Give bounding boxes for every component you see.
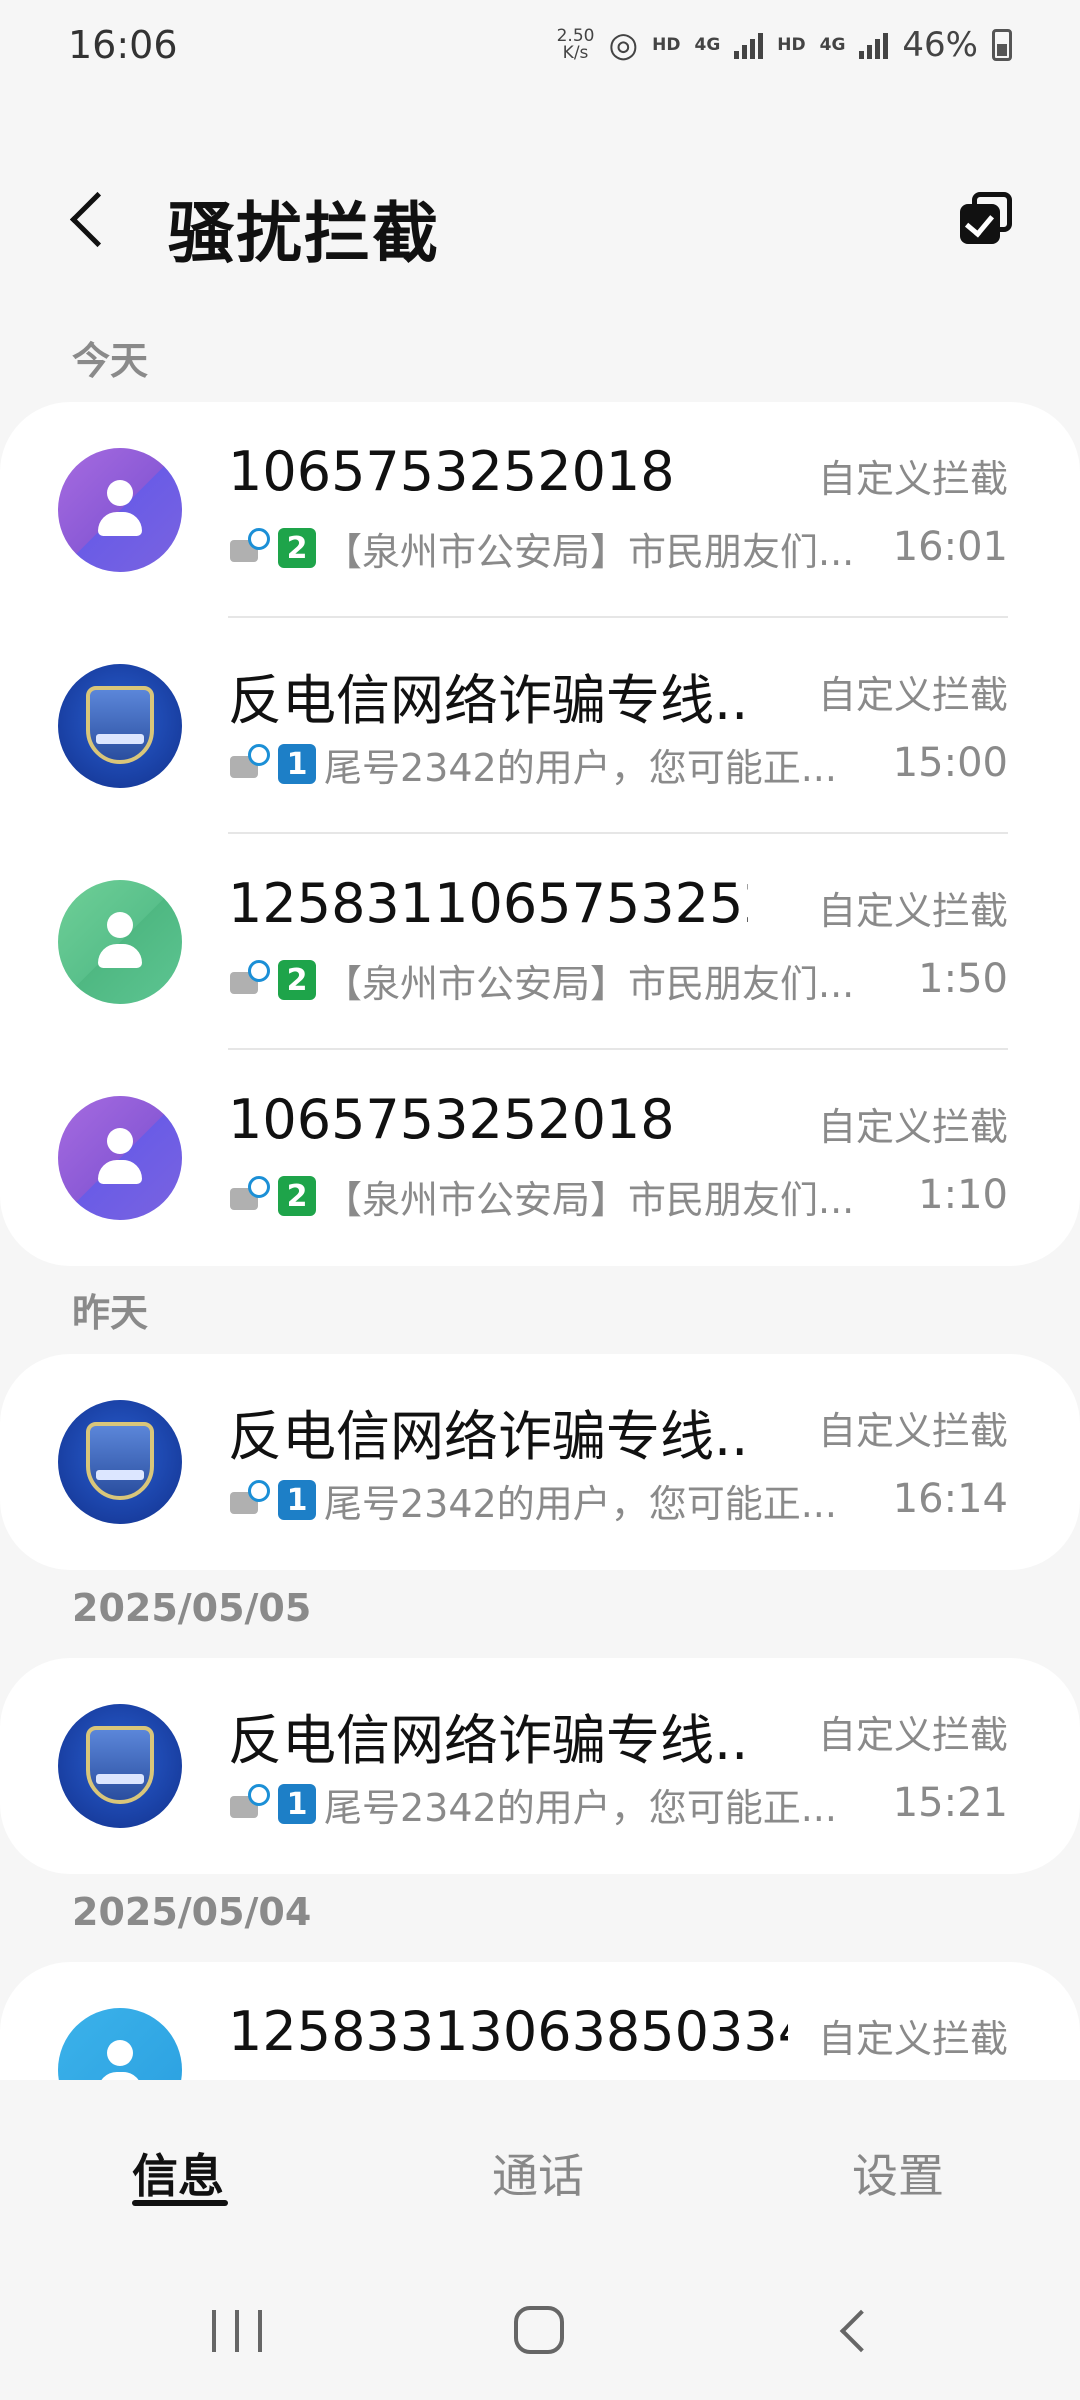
message-count-badge: 2 — [278, 528, 316, 568]
message-count-badge: 1 — [278, 1480, 316, 1520]
section-label-date: 2025/05/05 — [72, 1586, 312, 1630]
avatar — [58, 448, 182, 572]
hd-badge: HD — [652, 35, 681, 55]
avatar — [58, 1400, 182, 1524]
message-count-badge: 2 — [278, 1176, 316, 1216]
list-item[interactable]: 反电信网络诈骗专线... 自定义拦截 1 尾号2342的用户，您可能正... 1… — [0, 618, 1080, 834]
message-count-badge: 2 — [278, 960, 316, 1000]
signal-icon — [859, 31, 889, 59]
bottom-tab-bar: 信息 通话 设置 — [0, 2080, 1080, 2260]
sender-name: 1065753252018 — [228, 440, 675, 503]
recent-apps-icon[interactable] — [212, 2310, 262, 2352]
section-label-yesterday: 昨天 — [72, 1291, 149, 1335]
status-icons: 2.50 K/s ◎ HD 4G HD 4G 46% — [557, 25, 1012, 65]
battery-icon — [992, 29, 1012, 61]
shield-icon — [86, 686, 154, 764]
network-type: 4G — [819, 35, 846, 55]
message-time: 1:10 — [918, 1172, 1008, 1218]
list-item[interactable]: 12583313063850334 自定义拦截 — [0, 1962, 1080, 2080]
list-item[interactable]: 1065753252018 自定义拦截 2 【泉州市公安局】市民朋友们... 1… — [0, 1050, 1080, 1266]
sender-name: 反电信网络诈骗专线... — [228, 1405, 748, 1468]
section-label-date: 2025/05/04 — [72, 1890, 312, 1934]
shield-icon — [86, 1422, 154, 1500]
signal-icon — [734, 31, 764, 59]
message-count-badge: 1 — [278, 1784, 316, 1824]
blocked-message-icon — [228, 960, 270, 1000]
message-time: 1:50 — [918, 956, 1008, 1002]
message-group-card: 12583313063850334 自定义拦截 — [0, 1962, 1080, 2080]
sender-name: 1258311065753252... — [228, 872, 748, 935]
blocked-message-icon — [228, 744, 270, 784]
sender-name: 1065753252018 — [228, 1088, 675, 1151]
sender-name: 反电信网络诈骗专线... — [228, 669, 748, 732]
active-tab-indicator — [132, 2200, 228, 2206]
message-snippet: 【泉州市公安局】市民朋友们... — [324, 1177, 855, 1222]
message-snippet: 【泉州市公安局】市民朋友们... — [324, 529, 855, 574]
tab-calls[interactable]: 通话 — [492, 2140, 584, 2206]
avatar — [58, 880, 182, 1004]
blocked-message-icon — [228, 1480, 270, 1520]
battery-percent: 46% — [902, 25, 978, 65]
block-tag: 自定义拦截 — [817, 2017, 1008, 2061]
message-group-card: 1065753252018 自定义拦截 2 【泉州市公安局】市民朋友们... 1… — [0, 402, 1080, 1266]
message-snippet: 尾号2342的用户，您可能正... — [324, 745, 837, 790]
block-tag: 自定义拦截 — [817, 1409, 1008, 1453]
message-group-card: 反电信网络诈骗专线... 自定义拦截 1 尾号2342的用户，您可能正... 1… — [0, 1354, 1080, 1570]
list-item[interactable]: 1258311065753252... 自定义拦截 2 【泉州市公安局】市民朋友… — [0, 834, 1080, 1050]
app-header: 骚扰拦截 — [0, 160, 1080, 280]
status-time: 16:06 — [68, 23, 178, 67]
avatar — [58, 1704, 182, 1828]
tab-settings[interactable]: 设置 — [852, 2140, 944, 2206]
system-nav-bar — [0, 2260, 1080, 2400]
list-item[interactable]: 反电信网络诈骗专线... 自定义拦截 1 尾号2342的用户，您可能正... 1… — [0, 1658, 1080, 1874]
message-time: 16:01 — [892, 524, 1008, 570]
nav-back-icon[interactable] — [830, 2310, 870, 2350]
section-label-today: 今天 — [72, 339, 149, 383]
blocked-message-icon — [228, 1784, 270, 1824]
network-speed: 2.50 K/s — [556, 26, 595, 63]
message-time: 15:00 — [892, 740, 1008, 786]
avatar — [58, 2008, 182, 2080]
sender-name: 12583313063850334 — [228, 2000, 788, 2063]
back-button[interactable] — [60, 188, 120, 252]
status-bar: 16:06 2.50 K/s ◎ HD 4G HD 4G 46% — [0, 0, 1080, 90]
message-snippet: 尾号2342的用户，您可能正... — [324, 1785, 837, 1830]
message-time: 15:21 — [892, 1780, 1008, 1826]
page-title: 骚扰拦截 — [168, 195, 440, 272]
message-snippet: 【泉州市公安局】市民朋友们... — [324, 961, 855, 1006]
block-tag: 自定义拦截 — [817, 1713, 1008, 1757]
list-item[interactable]: 1065753252018 自定义拦截 2 【泉州市公安局】市民朋友们... 1… — [0, 402, 1080, 618]
list-item[interactable]: 反电信网络诈骗专线... 自定义拦截 1 尾号2342的用户，您可能正... 1… — [0, 1354, 1080, 1570]
block-tag: 自定义拦截 — [817, 889, 1008, 933]
block-tag: 自定义拦截 — [817, 457, 1008, 501]
shield-icon — [86, 1726, 154, 1804]
network-type: 4G — [694, 35, 721, 55]
avatar — [58, 1096, 182, 1220]
message-snippet: 尾号2342的用户，您可能正... — [324, 1481, 837, 1526]
hotspot-icon: ◎ — [608, 25, 639, 65]
message-count-badge: 1 — [278, 744, 316, 784]
message-time: 16:14 — [892, 1476, 1008, 1522]
blocked-message-icon — [228, 528, 270, 568]
avatar — [58, 664, 182, 788]
select-all-icon[interactable] — [958, 190, 1014, 246]
sender-name: 反电信网络诈骗专线... — [228, 1709, 748, 1772]
hd-badge: HD — [777, 35, 806, 55]
block-tag: 自定义拦截 — [817, 1105, 1008, 1149]
block-tag: 自定义拦截 — [817, 673, 1008, 717]
tab-messages[interactable]: 信息 — [132, 2140, 224, 2206]
message-group-card: 反电信网络诈骗专线... 自定义拦截 1 尾号2342的用户，您可能正... 1… — [0, 1658, 1080, 1874]
blocked-message-icon — [228, 1176, 270, 1216]
home-icon[interactable] — [514, 2306, 564, 2354]
